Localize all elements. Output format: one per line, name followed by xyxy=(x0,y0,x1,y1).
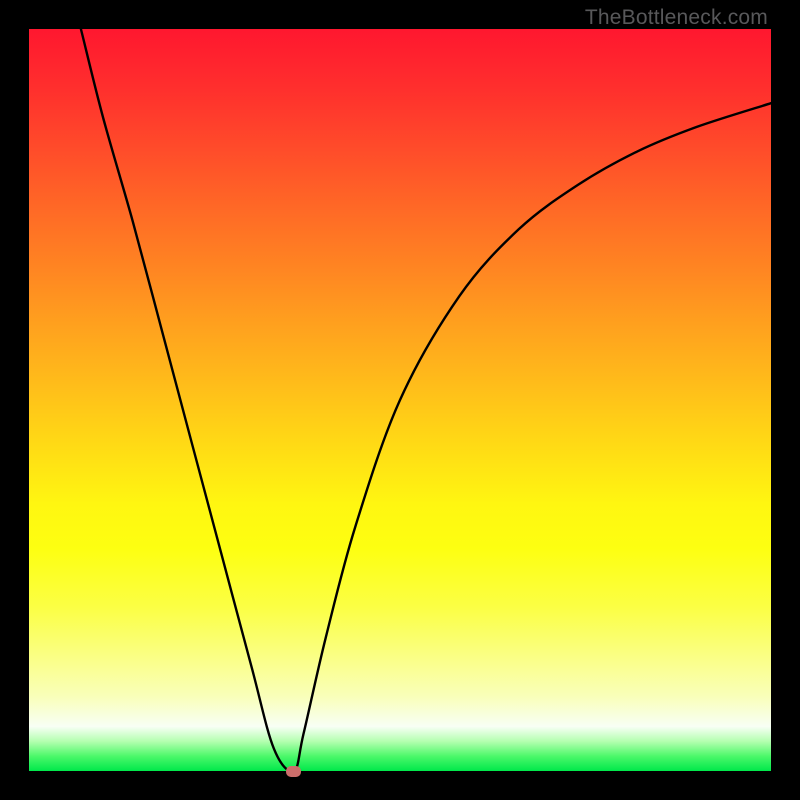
optimum-marker xyxy=(286,766,301,777)
chart-frame: TheBottleneck.com xyxy=(0,0,800,800)
attribution-text: TheBottleneck.com xyxy=(585,6,768,30)
bottleneck-curve xyxy=(81,29,771,771)
curve-layer xyxy=(29,29,771,771)
plot-area xyxy=(29,29,771,771)
